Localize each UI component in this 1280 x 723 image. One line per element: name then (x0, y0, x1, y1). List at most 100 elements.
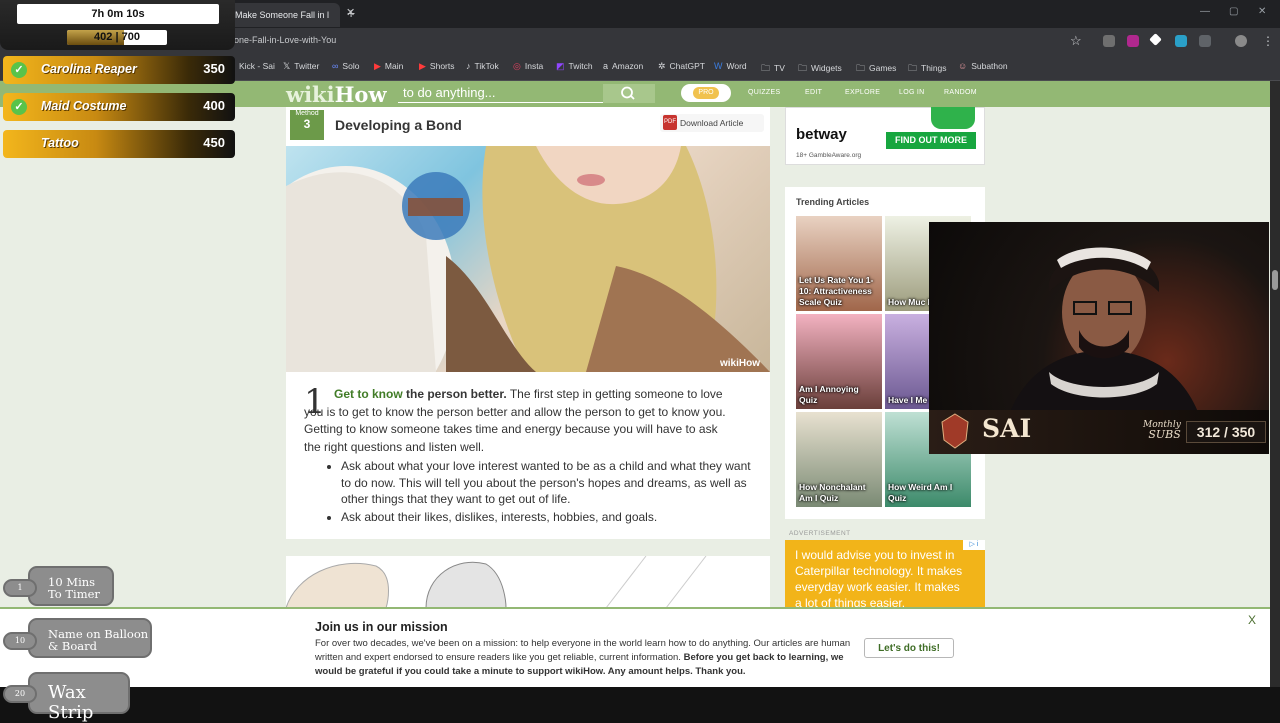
list-item: Ask about their likes, dislikes, interes… (341, 509, 761, 526)
check-icon: ✓ (11, 62, 27, 78)
method-badge: Method 3 (290, 110, 324, 140)
instagram-icon: ◎ (513, 61, 521, 71)
trending-card[interactable]: Let Us Rate You 1-10: Attractiveness Sca… (796, 216, 882, 311)
search-icon (621, 86, 635, 100)
word-icon: W (714, 61, 723, 71)
trending-title: Trending Articles (796, 197, 870, 207)
step-link[interactable]: Get to know (334, 387, 403, 401)
bookmark-star-icon[interactable]: ☆ (1070, 33, 1082, 49)
redeem-card: Name on Balloon & Board (28, 618, 152, 658)
extension-icon[interactable] (1103, 35, 1115, 47)
search-button[interactable] (603, 84, 655, 103)
bookmark-item[interactable]: W Word (714, 61, 747, 71)
bookmark-item[interactable]: ▶ Main (374, 61, 403, 72)
extension-icon[interactable] (1127, 35, 1139, 47)
nav-random[interactable]: RANDOM (944, 89, 977, 96)
trending-card[interactable]: How Nonchalant Am I Quiz (796, 412, 882, 507)
subathon-icon: ☺ (958, 61, 968, 71)
maximize-icon[interactable]: ▢ (1229, 6, 1238, 17)
pro-button[interactable]: PRO (681, 84, 731, 102)
close-window-icon[interactable]: ✕ (1258, 6, 1266, 17)
bookmark-item[interactable]: 𝕏 Twitter (283, 61, 319, 72)
step-illustration (286, 146, 770, 372)
bookmark-item[interactable]: ☺ Subathon (958, 61, 1008, 71)
scrollbar-thumb[interactable] (1272, 270, 1278, 290)
bookmark-item[interactable]: ◩ Twitch (556, 61, 593, 72)
ad-graphic (931, 107, 975, 129)
bookmark-item[interactable]: ▶ Shorts (419, 61, 455, 72)
trending-card[interactable]: Am I Annoying Quiz (796, 314, 882, 409)
x-icon: 𝕏 (283, 61, 291, 71)
adchoices-icon[interactable]: ▷ i (963, 540, 985, 550)
goal-value: 450 (203, 135, 225, 150)
pdf-icon: PDF (663, 115, 677, 130)
browser-tab[interactable]: Make Someone Fall in l (226, 3, 340, 27)
url-text[interactable]: one-Fall-in-Love-with-You (234, 35, 336, 45)
scrollbar[interactable] (1270, 81, 1280, 691)
method-title: Developing a Bond (335, 117, 462, 133)
redeem-cost-badge: 20 (3, 685, 37, 703)
ad-cta-button[interactable]: FIND OUT MORE (886, 132, 976, 149)
wikihow-watermark: wikiHow (720, 358, 761, 369)
redeem-cost-badge: 1 (3, 579, 37, 597)
bookmark-item[interactable]: 🗀 Games (856, 61, 896, 77)
goal-value: 350 (203, 61, 225, 76)
nav-edit[interactable]: EDIT (805, 89, 822, 96)
bookmark-item[interactable]: Kick - Sai (239, 61, 275, 71)
folder-icon: 🗀 (856, 63, 866, 73)
check-icon: ✓ (11, 99, 27, 115)
bottom-strip (0, 687, 1280, 720)
goal-item: ✓ Maid Costume 400 (3, 93, 235, 121)
minimize-icon[interactable]: — (1200, 6, 1210, 17)
support-button[interactable]: Let's do this! (864, 638, 954, 658)
bookmark-item[interactable]: 🗀 TV (761, 61, 785, 77)
folder-icon: 🗀 (761, 63, 771, 73)
bookmark-item[interactable]: 🗀 Widgets (798, 61, 842, 77)
folder-icon: 🗀 (908, 63, 918, 73)
bookmark-item[interactable]: ∞ Solo (332, 61, 359, 71)
redeem-cost-badge: 10 (3, 632, 37, 650)
goal-progress-text: 402 | 700 (94, 31, 140, 43)
bookmark-item[interactable]: 🗀 Things (908, 61, 947, 77)
nav-login[interactable]: LOG IN (899, 89, 925, 96)
emblem-icon (938, 412, 972, 450)
step-bullets: Ask about what your love interest wanted… (325, 458, 761, 526)
ad-disclaimer: 18+ GambleAware.org (796, 152, 862, 159)
chatgpt-icon: ✲ (658, 61, 666, 71)
nav-quizzes[interactable]: QUIZZES (748, 89, 780, 96)
subs-label: Monthly SUBS (1143, 420, 1181, 441)
bookmark-item[interactable]: ✲ ChatGPT (658, 61, 705, 72)
wikihow-logo[interactable]: wikiHow (286, 82, 387, 107)
banner-body: For over two decades, we've been on a mi… (315, 638, 851, 677)
profile-avatar[interactable] (1235, 35, 1247, 47)
youtube-icon: ▶ (419, 61, 426, 71)
goal-value: 400 (203, 98, 225, 113)
tiktok-icon: ♪ (466, 61, 471, 71)
goal-item: Tattoo 450 (3, 130, 235, 158)
new-tab-icon[interactable]: + (347, 5, 355, 21)
nav-explore[interactable]: EXPLORE (845, 89, 880, 96)
subathon-timer: 7h 0m 10s (17, 4, 219, 24)
subs-counter: 312 / 350 (1186, 421, 1266, 443)
link-icon: ∞ (332, 61, 339, 71)
bookmark-item[interactable]: a Amazon (603, 61, 643, 71)
folder-icon: 🗀 (798, 63, 808, 73)
redeem-card: 10 Mins To Timer (28, 566, 114, 606)
extensions-puzzle-icon[interactable] (1199, 35, 1211, 47)
goal-name: Maid Costume (41, 99, 127, 113)
ad-label: ADVERTISEMENT (789, 530, 851, 537)
goal-name: Tattoo (41, 136, 79, 150)
redeem-card: Wax Strip (28, 672, 130, 723)
ad-brand: betway (796, 126, 847, 143)
menu-icon[interactable]: ⋮ (1262, 34, 1274, 48)
goal-name: Carolina Reaper (41, 62, 137, 76)
extension-icon[interactable] (1175, 35, 1187, 47)
bookmark-item[interactable]: ◎ Insta (513, 61, 543, 72)
close-banner-button[interactable]: X (1248, 613, 1256, 627)
search-input[interactable]: to do anything... (398, 84, 604, 103)
twitch-icon: ◩ (556, 61, 565, 71)
step-illustration (286, 556, 770, 608)
list-item: Ask about what your love interest wanted… (341, 458, 761, 508)
bookmark-item[interactable]: ♪ TikTok (466, 61, 499, 71)
streamer-name: SAI (982, 414, 1032, 443)
